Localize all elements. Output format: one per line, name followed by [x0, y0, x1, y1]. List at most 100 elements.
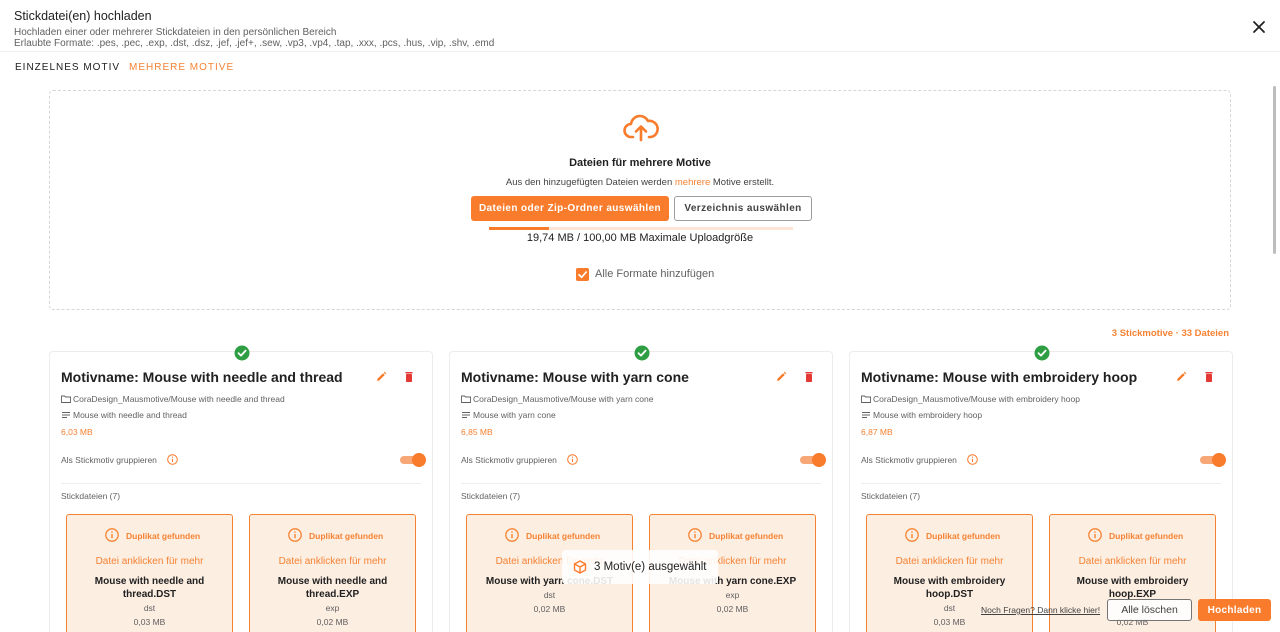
pencil-icon[interactable] [375, 371, 387, 383]
file-tile[interactable]: Duplikat gefunden Datei anklicken für me… [249, 514, 416, 632]
group-label: Als Stickmotiv gruppieren [461, 455, 557, 465]
motif-size: 6,85 MB [461, 427, 493, 437]
dialog-subtitle: Hochladen einer oder mehrerer Stickdatei… [14, 27, 337, 38]
motif-size: 6,87 MB [861, 427, 893, 437]
motif-description-text: Mouse with embroidery hoop [873, 410, 983, 420]
duplicate-found-label: Duplikat gefunden [1109, 531, 1184, 541]
folder-icon [861, 395, 871, 403]
cube-icon [573, 560, 587, 574]
divider [61, 483, 421, 484]
file-extension: dst [543, 590, 556, 600]
motif-description-text: Mouse with yarn cone [473, 410, 556, 420]
text-lines-icon [62, 412, 70, 418]
motif-card: Motivname: Mouse with embroidery hoop Co… [849, 345, 1233, 632]
close-icon[interactable] [1248, 16, 1270, 38]
upload-dropzone[interactable]: Dateien für mehrere Motive Aus den hinzu… [49, 90, 1231, 310]
duplicate-found-label: Duplikat gefunden [926, 531, 1001, 541]
divider [861, 483, 1221, 484]
info-circle-icon [1088, 528, 1102, 542]
motif-size: 6,03 MB [61, 427, 93, 437]
file-extension: exp [325, 603, 340, 613]
check-circle-icon [234, 345, 250, 361]
dialog-header: Stickdatei(en) hochladen Hochladen einer… [0, 0, 1280, 52]
file-name: Mouse with needle and thread.EXP [277, 576, 388, 600]
all-formats-label: Alle Formate hinzufügen [595, 268, 715, 280]
file-name: Mouse with embroidery hoop.DST [893, 576, 1006, 600]
select-directory-button[interactable]: Verzeichnis auswählen [674, 196, 812, 221]
info-icon[interactable] [167, 454, 178, 465]
tab-single-motif[interactable]: EINZELNES MOTIV [15, 62, 120, 73]
info-circle-icon [288, 528, 302, 542]
upload-button[interactable]: Hochladen [1198, 599, 1271, 621]
dropzone-title: Dateien für mehrere Motive [569, 157, 711, 169]
files-label: Stickdateien (7) [461, 491, 521, 501]
click-for-more-label: Datei anklicken für mehr [278, 556, 387, 567]
tab-multiple-motifs[interactable]: MEHRERE MOTIVE [129, 62, 234, 73]
file-tile[interactable]: Duplikat gefunden Datei anklicken für me… [66, 514, 233, 632]
file-name: Mouse with needle and thread.DST [94, 576, 205, 600]
dropzone-description: Aus den hinzugefügten Dateien werden meh… [505, 177, 775, 188]
click-for-more-label: Datei anklicken für mehr [95, 556, 204, 567]
files-label: Stickdateien (7) [61, 491, 121, 501]
file-size: 0,03 MB [133, 617, 166, 627]
motif-path-text: CoraDesign_Mausmotive/Mouse with embroid… [873, 394, 1080, 404]
info-icon[interactable] [967, 454, 978, 465]
file-name: Mouse with embroidery hoop.EXP [1076, 576, 1189, 600]
file-size: 0,02 MB [533, 604, 566, 614]
file-size: 0,02 MB [716, 604, 749, 614]
motif-path-text: CoraDesign_Mausmotive/Mouse with needle … [73, 394, 285, 404]
trash-icon[interactable] [803, 371, 815, 383]
group-toggle[interactable] [800, 453, 826, 467]
info-circle-icon [905, 528, 919, 542]
upload-size-progress-fill [489, 227, 549, 230]
motif-description-text: Mouse with needle and thread [73, 410, 187, 420]
upload-size-text: 19,74 MB / 100,00 MB Maximale Uploadgröß… [526, 232, 754, 244]
motif-file-counts: 3 Stickmotive · 33 Dateien [1111, 328, 1229, 339]
motif-card: Motivname: Mouse with needle and thread … [49, 345, 433, 632]
folder-icon [461, 395, 471, 403]
trash-icon[interactable] [403, 371, 415, 383]
allowed-formats: Erlaubte Formate: .pes, .pec, .exp, .dst… [14, 38, 495, 49]
pencil-icon[interactable] [1175, 371, 1187, 383]
duplicate-found-label: Duplikat gefunden [126, 531, 201, 541]
file-extension: dst [143, 603, 156, 613]
files-label: Stickdateien (7) [861, 491, 921, 501]
click-for-more-label: Datei anklicken für mehr [1078, 556, 1187, 567]
file-size: 0,03 MB [933, 617, 966, 627]
group-label: Als Stickmotiv gruppieren [61, 455, 157, 465]
trash-icon[interactable] [1203, 371, 1215, 383]
click-for-more-label: Datei anklicken für mehr [895, 556, 1004, 567]
group-toggle-thumb [812, 453, 826, 467]
motif-name: Motivname: Mouse with yarn cone [461, 369, 689, 385]
info-icon[interactable] [567, 454, 578, 465]
text-lines-icon [862, 412, 870, 418]
text-lines-icon [462, 412, 470, 418]
upload-size-progress [489, 227, 793, 230]
clear-all-button[interactable]: Alle löschen [1107, 599, 1192, 621]
help-link[interactable]: Noch Fragen? Dann klicke hier! [981, 605, 1100, 615]
group-toggle[interactable] [1200, 453, 1226, 467]
motif-path-text: CoraDesign_Mausmotive/Mouse with yarn co… [473, 394, 654, 404]
check-circle-icon [1034, 345, 1050, 361]
all-formats-checkbox[interactable] [576, 268, 589, 281]
selection-status: 3 Motiv(e) ausgewählt [562, 550, 718, 584]
duplicate-found-label: Duplikat gefunden [709, 531, 784, 541]
select-files-button[interactable]: Dateien oder Zip-Ordner auswählen [471, 196, 669, 221]
divider [461, 483, 821, 484]
group-toggle-thumb [1212, 453, 1226, 467]
group-label: Als Stickmotiv gruppieren [861, 455, 957, 465]
duplicate-found-label: Duplikat gefunden [309, 531, 384, 541]
info-circle-icon [505, 528, 519, 542]
info-circle-icon [105, 528, 119, 542]
file-size: 0,02 MB [316, 617, 349, 627]
selection-status-text: 3 Motiv(e) ausgewählt [594, 561, 707, 573]
motif-name: Motivname: Mouse with needle and thread [61, 369, 343, 385]
scrollbar[interactable] [1273, 86, 1276, 254]
group-toggle[interactable] [400, 453, 426, 467]
motif-card: Motivname: Mouse with yarn cone CoraDesi… [449, 345, 833, 632]
motif-name: Motivname: Mouse with embroidery hoop [861, 369, 1138, 385]
duplicate-found-label: Duplikat gefunden [526, 531, 601, 541]
pencil-icon[interactable] [775, 371, 787, 383]
dialog-title: Stickdatei(en) hochladen [14, 9, 152, 23]
cloud-upload-icon [623, 114, 659, 142]
